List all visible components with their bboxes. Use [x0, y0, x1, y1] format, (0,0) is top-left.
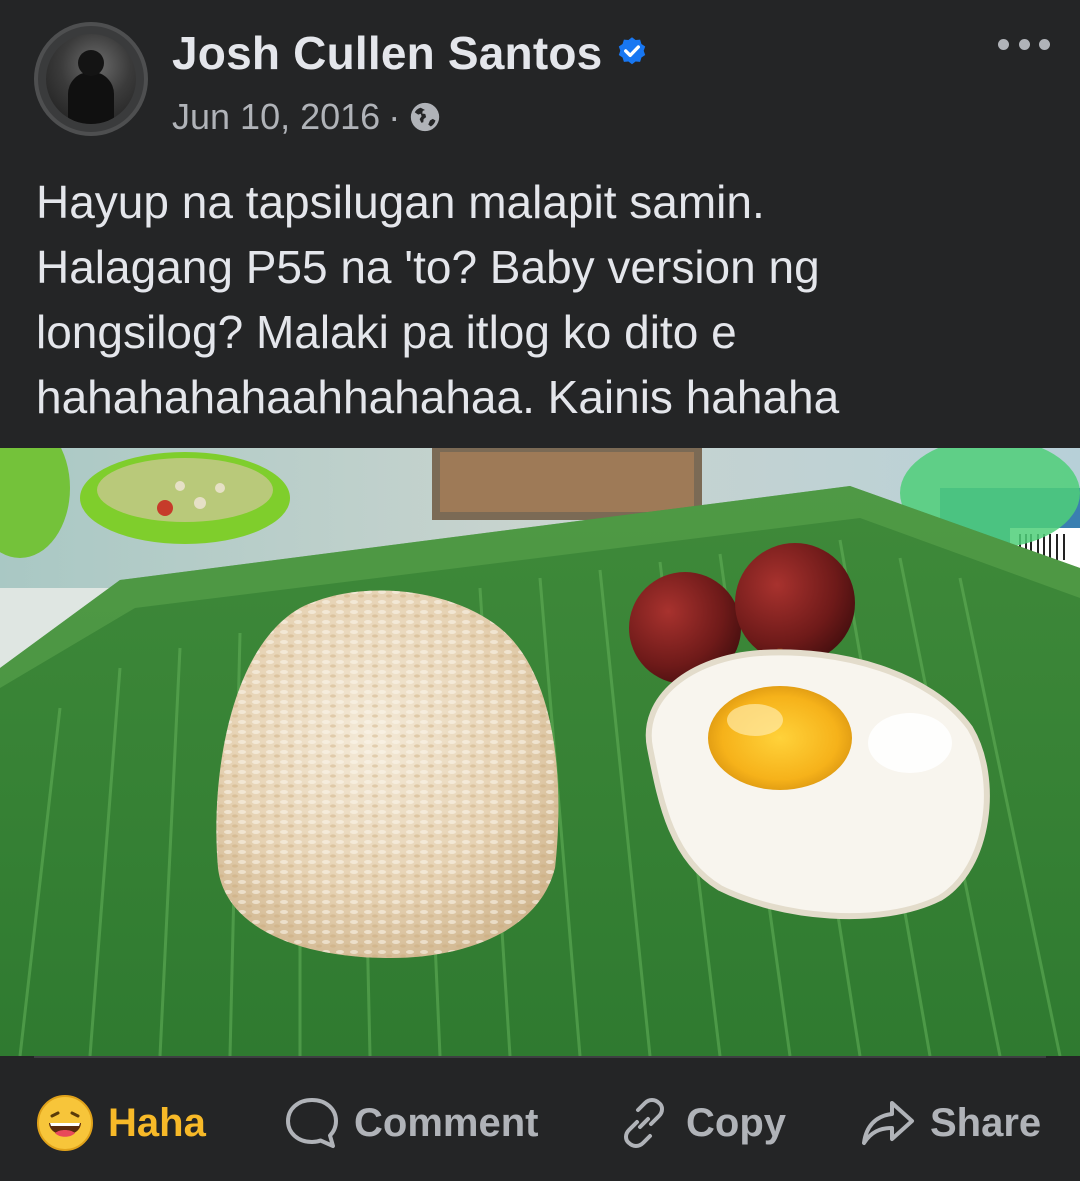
verified-badge-icon — [619, 37, 646, 65]
action-divider — [34, 1056, 1046, 1058]
haha-reaction-button[interactable]: Haha — [36, 1088, 206, 1158]
author-name[interactable]: Josh Cullen Santos — [172, 26, 602, 80]
facebook-post: Josh Cullen Santos Jun 10, 2016 · Hayup … — [0, 0, 1080, 1181]
comment-label: Comment — [354, 1100, 539, 1145]
post-meta: Jun 10, 2016 · — [172, 96, 442, 138]
post-text-line: Halagang P55 na 'to? Baby version ng — [36, 241, 820, 293]
post-text-line: hahahahahaahhahahaa. Kainis hahaha — [36, 371, 840, 423]
post-header: Josh Cullen Santos Jun 10, 2016 · — [0, 0, 1080, 160]
haha-emoji-icon — [37, 1095, 93, 1151]
meta-separator: · — [388, 96, 401, 137]
comment-icon — [286, 1098, 338, 1148]
author-avatar[interactable] — [34, 22, 148, 136]
post-photo[interactable]: om — [0, 448, 1080, 1056]
haha-label: Haha — [108, 1100, 206, 1145]
avatar-silhouette — [68, 72, 114, 124]
comment-button[interactable]: Comment — [284, 1088, 538, 1158]
dot — [1018, 38, 1030, 50]
share-icon — [862, 1101, 914, 1145]
author-name-row: Josh Cullen Santos — [172, 26, 650, 80]
food-photo-illustration: om — [0, 448, 1080, 1056]
post-text: Hayup na tapsilugan malapit samin. Halag… — [36, 170, 1046, 430]
share-button[interactable]: Share — [860, 1088, 1041, 1158]
globe-icon — [411, 102, 440, 132]
copy-label: Copy — [686, 1100, 786, 1145]
dot — [998, 38, 1009, 50]
post-date[interactable]: Jun 10, 2016 — [172, 96, 380, 138]
post-text-line: longsilog? Malaki pa itlog ko dito e — [36, 306, 737, 358]
share-label: Share — [930, 1100, 1042, 1145]
post-text-line: Hayup na tapsilugan malapit samin. — [36, 176, 765, 228]
avatar-head — [78, 50, 104, 76]
link-icon — [624, 1098, 664, 1148]
action-bar: Haha Comment Copy Share — [0, 1070, 1080, 1181]
avatar-photo — [46, 34, 136, 124]
dot — [1039, 38, 1050, 50]
copy-link-button[interactable]: Copy — [616, 1088, 786, 1158]
more-options-icon[interactable] — [998, 30, 1050, 58]
